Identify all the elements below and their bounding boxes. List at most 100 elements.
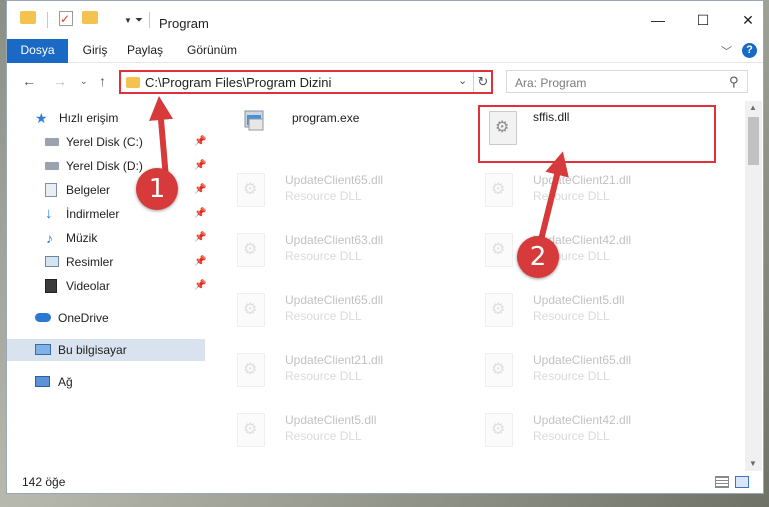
sidebar-item-quick-access[interactable]: ★ Hızlı erişim [7,107,205,129]
sidebar-item-label: Videolar [66,279,110,293]
address-bar[interactable]: C:\Program Files\Program Dizini ⌄ ↻ [119,70,493,94]
sidebar-item-label: Belgeler [66,183,111,197]
properties-check-icon[interactable]: ✓ [59,11,73,26]
pin-icon[interactable]: 📌 [194,275,206,297]
cloud-icon [35,313,51,322]
sidebar-item-videos[interactable]: Videolar 📌 [7,275,206,297]
list-item[interactable]: program.exe [211,101,449,157]
folder-icon [126,77,140,88]
sidebar-item-music[interactable]: ♪ Müzik 📌 [7,227,206,249]
search-box[interactable]: ⚲ [506,70,748,93]
sidebar-item-disk-d[interactable]: Yerel Disk (D:) 📌 [7,155,206,177]
file-description: Resource DLL [285,249,362,263]
list-item[interactable]: ⚙ UpdateClient65.dll Resource DLL [211,279,449,335]
pin-icon[interactable]: 📌 [194,203,206,225]
list-item[interactable]: ⚙ UpdateClient42.dll Resource DLL [459,399,697,455]
list-item[interactable]: ⚙ UpdateClient5.dll Resource DLL [211,399,449,455]
list-item[interactable]: ⚙ UpdateClient65.dll Resource DLL [211,159,449,215]
file-name: UpdateClient63.dll [285,233,384,247]
gear-icon: ⚙ [491,361,506,378]
scroll-up-icon[interactable]: ▲ [749,103,757,112]
forward-arrow-icon[interactable]: → [53,73,67,89]
sidebar-item-label: Yerel Disk (D:) [66,159,143,173]
ribbon: Dosya Giriş Paylaş Görünüm ﹀ ? [7,39,763,95]
dll-file-icon: ⚙ [237,413,265,447]
scroll-thumb[interactable] [748,117,759,165]
list-item[interactable]: ⚙ UpdateClient63.dll Resource DLL [211,219,449,275]
back-arrow-icon[interactable]: ← [22,73,36,89]
navigation-bar: ← → ⌄ ↑ C:\Program Files\Program Dizini … [7,63,763,99]
list-item[interactable]: ⚙ UpdateClient5.dll Resource DLL [459,279,697,335]
refresh-icon[interactable]: ↻ [473,72,492,92]
sidebar-item-onedrive[interactable]: OneDrive [7,307,205,329]
highlight-box [478,105,716,163]
file-description: Resource DLL [533,369,610,383]
dll-file-icon: ⚙ [485,233,513,267]
sidebar-item-pictures[interactable]: Resimler 📌 [7,251,206,273]
file-description: Resource DLL [533,189,610,203]
recent-locations-icon[interactable]: ⌄ [80,76,88,87]
file-description: Resource DLL [285,369,362,383]
network-icon [35,376,50,387]
sidebar-item-this-pc[interactable]: Bu bilgisayar [7,339,205,361]
sidebar-item-downloads[interactable]: ↓ İndirmeler 📌 [7,203,206,225]
file-name: UpdateClient5.dll [285,413,377,427]
dll-file-icon: ⚙ [237,173,265,207]
file-name: program.exe [292,111,360,125]
status-bar: 142 öğe [7,471,763,493]
file-name: UpdateClient65.dll [533,353,632,367]
chevron-down-icon[interactable]: ▼ [124,11,132,29]
file-name: UpdateClient65.dll [285,173,384,187]
address-path[interactable]: C:\Program Files\Program Dizini [145,75,331,90]
video-icon [45,279,57,293]
list-item[interactable]: ⚙ UpdateClient21.dll Resource DLL [211,339,449,395]
expand-ribbon-icon[interactable]: ﹀ [721,43,732,59]
explorer-window: ✓ ▼ ⏷ Program — ☐ ✕ Dosya Giriş Paylaş G… [6,0,764,494]
large-icons-view-icon[interactable] [735,476,749,488]
scroll-down-icon[interactable]: ▼ [749,459,757,468]
sidebar-item-network[interactable]: Ağ [7,371,205,393]
sidebar-item-label: OneDrive [58,311,109,325]
gear-icon: ⚙ [491,181,506,198]
close-icon[interactable]: ✕ [735,9,761,31]
maximize-icon[interactable]: ☐ [690,9,716,31]
sidebar-item-label: Hızlı erişim [59,111,119,125]
tab-view[interactable]: Görünüm [183,39,241,62]
search-icon[interactable]: ⚲ [729,74,739,90]
list-item[interactable]: ⚙ UpdateClient65.dll Resource DLL [459,339,697,395]
up-arrow-icon[interactable]: ↑ [99,73,106,89]
tab-share[interactable]: Paylaş [123,39,167,62]
gear-icon: ⚙ [491,241,506,258]
file-name: UpdateClient5.dll [533,293,625,307]
sidebar-item-label: Müzik [66,231,98,245]
dll-file-icon: ⚙ [237,293,265,327]
list-item[interactable]: ⚙ UpdateClient21.dll Resource DLL [459,159,697,215]
step-badge-1: 1 [136,168,178,210]
new-folder-icon[interactable] [82,11,98,24]
pin-icon[interactable]: 📌 [194,227,206,249]
pin-icon[interactable]: 📌 [194,155,206,177]
tab-home[interactable]: Giriş [75,39,115,62]
drive-icon [45,138,59,146]
minimize-icon[interactable]: — [645,9,671,31]
file-description: Resource DLL [285,309,362,323]
pin-icon[interactable]: 📌 [194,179,206,201]
vertical-scrollbar[interactable]: ▲ ▼ [745,101,762,471]
list-item[interactable]: ⚙ UpdateClient42.dll Resource DLL [459,219,697,275]
pictures-icon [45,256,59,267]
search-input[interactable] [513,73,717,92]
details-view-icon[interactable] [715,476,729,488]
pin-icon[interactable]: 📌 [194,251,206,273]
chevron-down-icon[interactable]: ⌄ [458,74,467,87]
sidebar-item-disk-c[interactable]: Yerel Disk (C:) 📌 [7,131,206,153]
list-view-icon[interactable] [104,11,120,25]
gear-icon: ⚙ [243,241,258,258]
music-icon: ♪ [46,230,53,246]
customize-toolbar-icon[interactable]: ⏷ [135,11,143,29]
pin-icon[interactable]: 📌 [194,131,206,153]
gear-icon: ⚙ [243,301,258,318]
computer-icon [35,344,51,355]
help-icon[interactable]: ? [742,43,757,58]
navigation-pane: ★ Hızlı erişim Yerel Disk (C:) 📌 Yerel D… [7,101,207,471]
file-description: Resource DLL [533,309,610,323]
